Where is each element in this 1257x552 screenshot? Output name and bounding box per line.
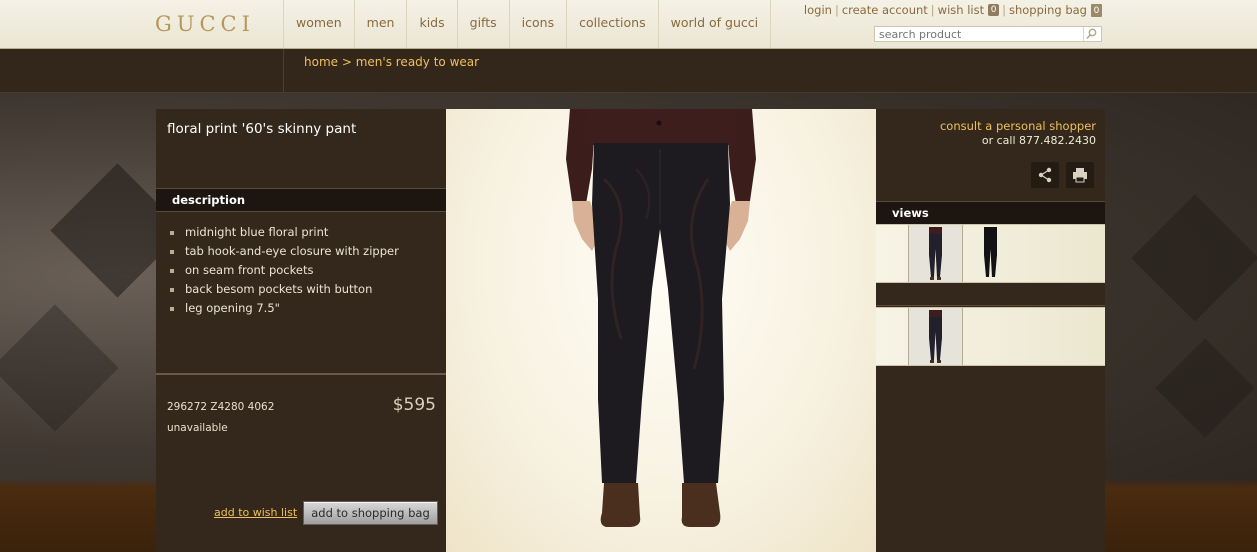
- gucci-logo[interactable]: GUCCI: [155, 12, 255, 36]
- description-item: midnight blue floral print: [170, 223, 399, 242]
- description-header: description: [156, 188, 446, 212]
- divider: [283, 49, 284, 92]
- wish-count-badge: 0: [988, 4, 1000, 16]
- product-price: $595: [392, 395, 436, 415]
- util-separator: |: [930, 3, 935, 17]
- nav-item-kids[interactable]: kids: [406, 0, 456, 48]
- views-thumbnail-strip: [876, 307, 1105, 366]
- views-heading: views: [892, 206, 929, 220]
- bg-pattern: [0, 304, 119, 432]
- product-image[interactable]: [446, 109, 876, 552]
- utility-links: login | create account | wish list 0 | s…: [804, 3, 1102, 17]
- bg-pattern: [1155, 338, 1255, 438]
- description-item: back besom pockets with button: [170, 280, 399, 299]
- shopping-bag-icon[interactable]: 0: [1091, 3, 1102, 17]
- util-separator: |: [834, 3, 839, 17]
- nav-item-gifts[interactable]: gifts: [456, 0, 509, 48]
- nav-item-collections[interactable]: collections: [566, 0, 658, 48]
- views-thumbnail-strip: [876, 224, 1105, 283]
- print-icon[interactable]: [1066, 162, 1094, 188]
- nav-item-women[interactable]: women: [283, 0, 354, 48]
- description-item: leg opening 7.5": [170, 299, 399, 318]
- breadcrumb: home > men's ready to wear: [304, 55, 479, 69]
- product-title: floral print '60's skinny pant: [167, 121, 357, 137]
- phone-number: or call 877.482.2430: [981, 134, 1096, 147]
- product-info-panel: floral print '60's skinny pant descripti…: [156, 109, 446, 552]
- product-sidebar: consult a personal shopper or call 877.4…: [876, 109, 1105, 552]
- util-separator: |: [1002, 3, 1006, 17]
- nav-item-men[interactable]: men: [353, 0, 407, 48]
- search-icon[interactable]: [1083, 27, 1099, 41]
- breadcrumb-arrow: >: [338, 55, 356, 69]
- views-header: views: [876, 201, 1105, 225]
- breadcrumb-current[interactable]: men's ready to wear: [356, 55, 479, 69]
- add-to-shopping-bag-button[interactable]: add to shopping bag: [303, 501, 438, 525]
- nav-item-world-of-gucci[interactable]: world of gucci: [657, 0, 772, 48]
- divider: [876, 305, 1105, 306]
- search-input[interactable]: [875, 27, 1079, 42]
- consult-personal-shopper-link[interactable]: consult a personal shopper: [940, 119, 1096, 133]
- view-thumbnail-back[interactable]: [964, 225, 1017, 282]
- description-item: on seam front pockets: [170, 261, 399, 280]
- add-to-wish-list-link[interactable]: add to wish list: [214, 506, 297, 519]
- breadcrumb-band: home > men's ready to wear: [0, 49, 1257, 93]
- search-box: [874, 26, 1102, 42]
- shopping-bag-link[interactable]: shopping bag: [1009, 3, 1087, 17]
- site-header: GUCCI women men kids gifts icons collect…: [0, 0, 1257, 49]
- create-account-link[interactable]: create account: [842, 3, 928, 17]
- availability-status: unavailable: [167, 422, 228, 434]
- breadcrumb-home[interactable]: home: [304, 55, 338, 69]
- nav-item-icons[interactable]: icons: [508, 0, 566, 48]
- view-thumbnail-front[interactable]: [908, 225, 963, 282]
- main-nav: women men kids gifts icons collections w…: [283, 0, 772, 48]
- description-heading: description: [172, 193, 246, 207]
- share-icon[interactable]: [1031, 162, 1059, 188]
- model-in-pants-image: [566, 109, 756, 527]
- view-thumbnail-detail[interactable]: [908, 308, 963, 365]
- divider: [156, 373, 446, 375]
- login-link[interactable]: login: [804, 3, 832, 17]
- bg-pattern: [1131, 194, 1257, 322]
- description-item: tab hook-and-eye closure with zipper: [170, 242, 399, 261]
- product-sku: 296272 Z4280 4062: [167, 401, 275, 413]
- description-list: midnight blue floral print tab hook-and-…: [170, 223, 399, 318]
- wish-list-link[interactable]: wish list: [938, 3, 984, 17]
